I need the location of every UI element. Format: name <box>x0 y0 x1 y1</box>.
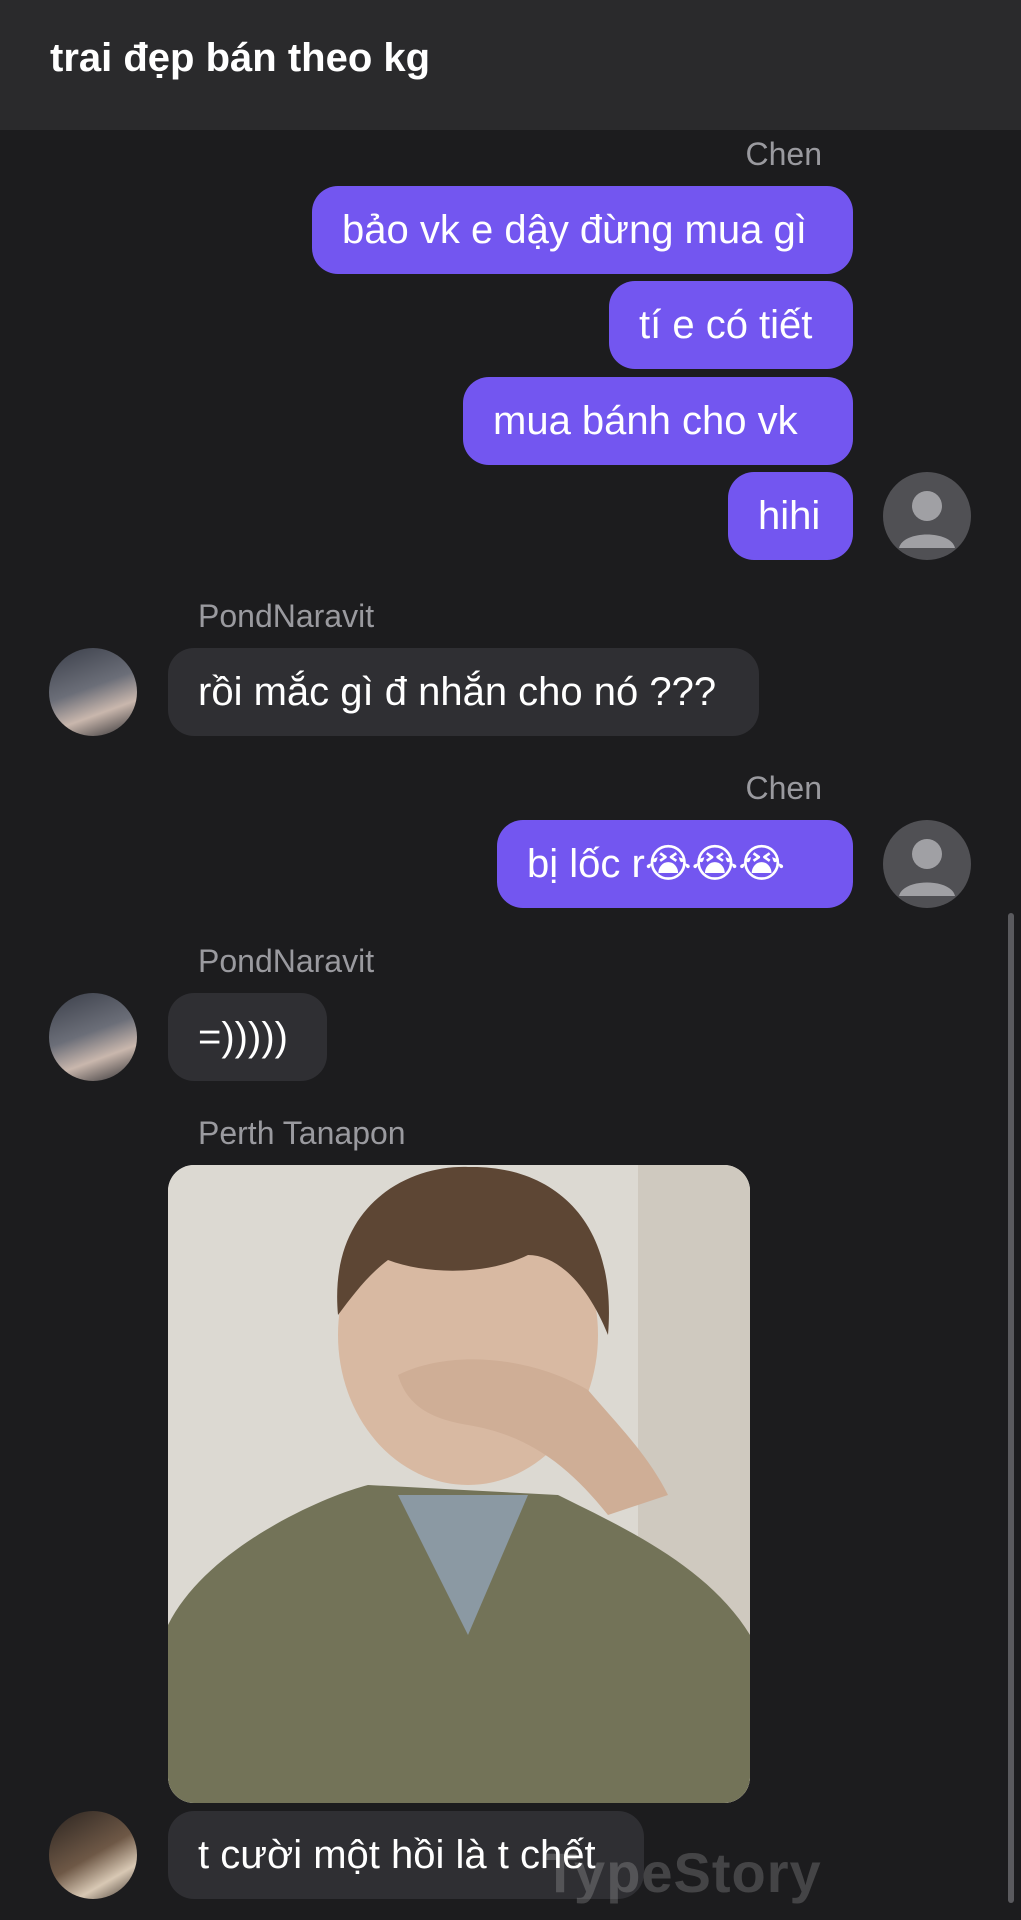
avatar[interactable] <box>49 1811 137 1899</box>
avatar[interactable] <box>49 648 137 736</box>
avatar[interactable] <box>883 472 971 560</box>
message-bubble-out[interactable]: hihi <box>728 472 853 560</box>
sender-name-chen: Chen <box>745 136 823 172</box>
message-bubble-out[interactable]: bị lốc r😭😭😭 <box>497 820 853 908</box>
chat-title: trai đẹp bán theo kg <box>50 36 431 80</box>
sender-name-pondnaravit: PondNaravit <box>198 943 375 979</box>
photo-image <box>168 1165 750 1803</box>
message-bubble-out[interactable]: bảo vk e dậy đừng mua gì <box>312 186 853 274</box>
message-bubble-in[interactable]: rồi mắc gì đ nhắn cho nó ??? <box>168 648 759 736</box>
message-bubble-out[interactable]: tí e có tiết <box>609 281 853 369</box>
photo-message[interactable] <box>168 1165 750 1803</box>
default-user-icon <box>899 839 955 896</box>
sender-name-chen: Chen <box>745 770 823 806</box>
watermark: TypeStory <box>543 1841 822 1904</box>
message-bubble-out[interactable]: mua bánh cho vk <box>463 377 853 465</box>
sender-name-pondnaravit: PondNaravit <box>198 598 375 634</box>
chat-header: trai đẹp bán theo kg <box>0 0 1021 130</box>
scrollbar[interactable] <box>1008 913 1014 1903</box>
default-user-icon <box>899 491 955 548</box>
sender-name-perth-tanapon: Perth Tanapon <box>198 1115 406 1151</box>
avatar[interactable] <box>883 820 971 908</box>
message-bubble-in[interactable]: =))))) <box>168 993 327 1081</box>
avatar[interactable] <box>49 993 137 1081</box>
